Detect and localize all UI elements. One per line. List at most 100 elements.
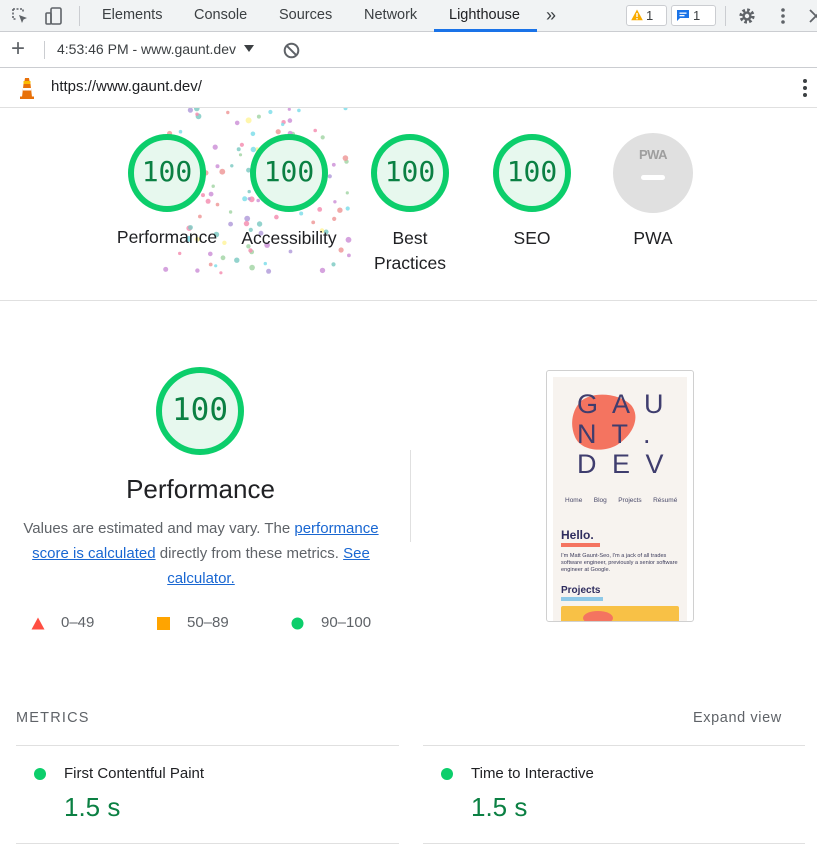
confetti-dot [244,215,251,222]
confetti-dot [268,109,273,115]
legend-pass-range: 90–100 [321,614,372,631]
accessibility-score: 100 [263,155,315,188]
confetti-dot [226,110,230,115]
confetti-dot [332,216,337,221]
warnings-badge[interactable]: 1 [626,5,667,26]
confetti-dot [194,108,200,112]
confetti-dot [297,108,301,113]
confetti-dot [263,261,267,266]
final-screenshot[interactable]: G A U N T . D E V Home Blog Projects Rés… [546,370,694,622]
performance-gauge-label: Performance [116,227,218,247]
projects-underline [561,597,603,601]
tab-sources[interactable]: Sources [279,0,332,31]
best-practices-gauge[interactable]: 100 [370,133,450,213]
fail-triangle-icon [31,617,45,630]
confetti-dot [319,267,326,274]
report-url-bar: https://www.gaunt.dev/ [0,68,817,108]
confetti-dot [234,120,240,126]
screenshot-page: G A U N T . D E V Home Blog Projects Rés… [553,377,687,621]
site-nav: Home Blog Projects Résumé [565,497,677,504]
confetti-dot [249,264,255,271]
more-options-icon[interactable] [773,6,793,26]
confetti-dot [163,266,169,272]
site-nav-item: Blog [593,497,607,504]
confetti-dot [211,184,215,188]
confetti-dot [212,144,218,150]
confetti-dot [178,251,182,256]
tab-lighthouse[interactable]: Lighthouse [449,0,520,31]
messages-count: 1 [693,8,701,23]
best-practices-score: 100 [384,155,436,188]
confetti-dot [239,142,244,147]
logo-line: G A U [577,389,668,419]
clear-reports-icon[interactable] [283,42,300,59]
confetti-dot [274,214,279,220]
logo-line: N T . [577,419,655,449]
pwa-gauge[interactable]: PWA [613,133,693,213]
seo-gauge[interactable]: 100 [492,133,572,213]
confetti-dot [331,262,336,267]
messages-badge[interactable]: 1 [671,5,716,26]
confetti-dot [281,122,285,127]
tab-console[interactable]: Console [194,0,247,31]
site-intro-text: I'm Matt Gaunt-Seo, I'm a jack of all tr… [561,553,678,573]
confetti-dot [266,268,272,274]
confetti-dot [256,114,261,119]
confetti-dot [331,162,336,167]
inspect-element-icon[interactable] [10,6,30,26]
confetti-dot [208,251,213,257]
metric-divider [16,843,399,844]
confetti-dot [187,108,193,113]
device-toolbar-icon[interactable] [44,6,64,26]
message-icon [677,10,689,21]
confetti-dot [215,164,220,169]
confetti-dot [220,255,226,261]
toolbar-divider [725,6,726,26]
tab-network[interactable]: Network [364,0,417,31]
confetti-dot [195,268,200,273]
site-nav-item: Projects [618,497,642,504]
confetti-dot [198,214,202,219]
report-menu-icon[interactable] [798,78,812,98]
performance-gauge[interactable]: 100 [127,133,207,213]
pass-status-icon [34,768,46,780]
confetti-dot [287,108,291,111]
confetti-dot [236,147,241,152]
performance-title: Performance [126,474,275,504]
site-hello-heading: Hello. [561,528,594,542]
confetti-dot [238,153,243,157]
expand-view-button[interactable]: Expand view [693,710,782,726]
settings-gear-icon[interactable] [737,6,757,26]
confetti-dot [195,112,199,116]
confetti-dot [219,168,226,175]
legend-fail-range: 0–49 [61,614,95,631]
report-selector[interactable]: 4:53:46 PM - www.gaunt.dev [57,41,254,57]
site-nav-item: Résumé [653,497,678,504]
confetti-dot [219,271,223,275]
description-text: Values are estimated and may vary. The [23,520,295,537]
warnings-count: 1 [646,8,654,23]
hello-underline [561,543,600,547]
confetti-dot [345,206,350,211]
pass-circle-icon [291,617,304,630]
tab-elements[interactable]: Elements [102,0,162,31]
dropdown-arrow-icon [243,45,254,52]
confetti-dot [228,210,233,214]
close-devtools-icon[interactable] [806,6,817,26]
metric-label-tti: Time to Interactive [471,765,594,782]
more-tabs-icon[interactable]: » [546,0,556,31]
confetti-dot [333,200,337,204]
description-text: directly from these metrics. [155,545,344,562]
new-report-icon[interactable]: + [11,35,25,63]
metric-value-fcp: 1.5 s [64,792,121,822]
confetti-dot [208,191,214,197]
average-square-icon [157,617,170,630]
accessibility-gauge[interactable]: 100 [249,133,329,213]
seo-gauge-label: SEO [513,228,551,248]
performance-score: 100 [141,155,193,188]
devtools-tab-bar: Elements Console Sources Network Lightho… [0,0,817,32]
performance-large-score: 100 [172,392,228,428]
warning-icon [631,9,643,21]
report-selector-label: 4:53:46 PM - www.gaunt.dev [57,41,236,57]
best-practices-gauge-label: Best Practices [374,228,446,273]
